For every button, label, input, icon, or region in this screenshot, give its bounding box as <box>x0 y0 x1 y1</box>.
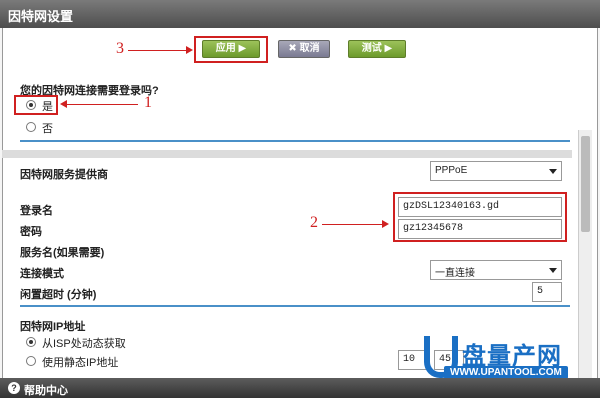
section-divider-1 <box>20 140 570 142</box>
idle-timeout-input[interactable]: 5 <box>532 282 562 302</box>
help-icon[interactable]: ? <box>8 382 20 394</box>
annotation-arrowhead-2 <box>382 220 389 228</box>
section-separator-bar <box>2 150 572 158</box>
test-button[interactable]: 测试 ▶ <box>348 40 406 58</box>
login-name-label: 登录名 <box>20 205 53 217</box>
footer-bar: ? 帮助中心 <box>0 378 600 398</box>
connection-mode-label: 连接模式 <box>20 268 64 280</box>
login-yes-label: 是 <box>42 101 53 113</box>
annotation-arrowhead-3 <box>186 46 193 54</box>
login-no-label: 否 <box>42 123 53 135</box>
ip-static-radio[interactable] <box>26 356 36 366</box>
annotation-number-3: 3 <box>116 40 124 57</box>
login-no-radio[interactable] <box>26 122 36 132</box>
annotation-arrow-2 <box>322 224 384 225</box>
ip-address-title: 因特网IP地址 <box>20 321 86 333</box>
scrollbar-thumb[interactable] <box>581 136 590 232</box>
window-titlebar: 因特网设置 <box>0 0 600 28</box>
ip-static-label: 使用静态IP地址 <box>42 357 119 369</box>
window-title: 因特网设置 <box>8 9 74 24</box>
chevron-down-icon <box>549 268 557 273</box>
cancel-button[interactable]: ✖ 取消 <box>278 40 330 58</box>
idle-timeout-label: 闲置超时 (分钟) <box>20 289 97 301</box>
ip-dynamic-label: 从ISP处动态获取 <box>42 338 126 350</box>
apply-button[interactable]: 应用 ▶ <box>202 40 260 58</box>
annotation-arrow-1 <box>66 104 138 105</box>
annotation-number-2: 2 <box>310 214 318 231</box>
ip-dynamic-radio[interactable] <box>26 337 36 347</box>
section-divider-2 <box>20 305 570 307</box>
provider-select[interactable]: PPPoE <box>430 161 562 181</box>
login-name-input[interactable]: gzDSL12340163.gd <box>398 197 562 217</box>
connection-mode-select[interactable]: 一直连接 <box>430 260 562 280</box>
help-center-link[interactable]: 帮助中心 <box>24 382 68 398</box>
login-yes-radio[interactable] <box>26 100 36 110</box>
annotation-arrow-3 <box>128 50 188 51</box>
password-label: 密码 <box>20 226 42 238</box>
service-name-label: 服务名(如果需要) <box>20 247 105 259</box>
password-input[interactable]: gz12345678 <box>398 219 562 239</box>
annotation-number-1: 1 <box>144 94 152 111</box>
chevron-down-icon <box>549 169 557 174</box>
provider-label: 因特网服务提供商 <box>20 169 108 181</box>
watermark-logo: 盘量产网 WWW.UPANTOOL.COM <box>424 336 594 382</box>
